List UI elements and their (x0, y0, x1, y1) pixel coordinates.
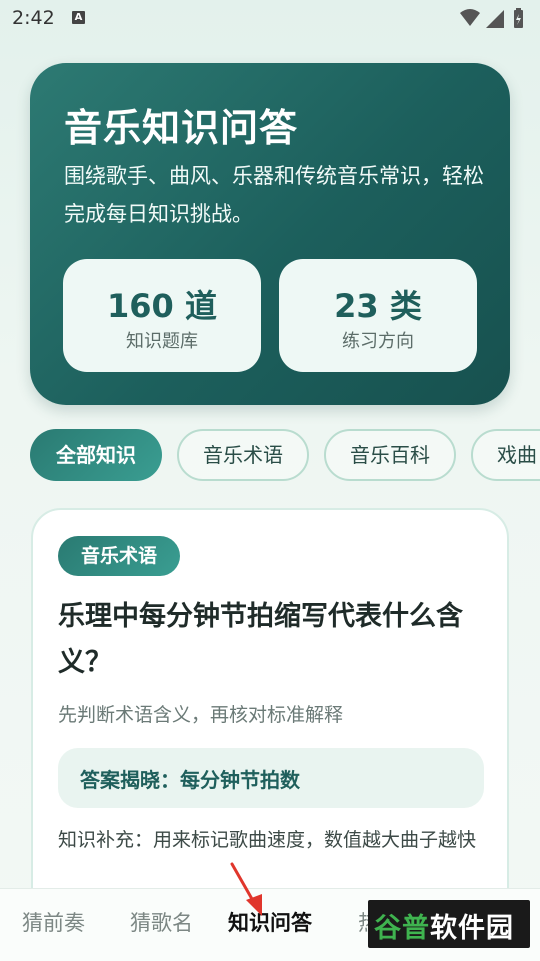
wifi-icon (460, 9, 480, 26)
status-icons (460, 8, 523, 28)
answer-box[interactable]: 答案揭晓：每分钟节拍数 (58, 748, 484, 808)
battery-icon (514, 8, 523, 28)
nav-guess-title[interactable]: 猜歌名 (130, 907, 193, 937)
watermark-logo: 谷普软件园 (368, 900, 530, 948)
notification-a-icon: A (72, 11, 85, 24)
hero-description: 围绕歌手、曲风、乐器和传统音乐常识，轻松完成每日知识挑战。 (64, 164, 484, 226)
category-tag: 音乐术语 (58, 536, 180, 576)
filter-chips: 全部知识 音乐术语 音乐百科 戏曲 (30, 429, 540, 485)
page-title: 音乐知识问答 (64, 106, 299, 150)
nav-guess-intro[interactable]: 猜前奏 (22, 907, 85, 937)
stat-value: 160 道 (107, 287, 217, 325)
chip-opera[interactable]: 戏曲 (471, 429, 540, 481)
watermark-text: 谷普软件园 (374, 913, 514, 944)
signal-icon (486, 10, 504, 28)
stat-label: 练习方向 (342, 331, 414, 352)
hero-card: 音乐知识问答 围绕歌手、曲风、乐器和传统音乐常识，轻松完成每日知识挑战。 160… (30, 63, 510, 405)
chip-all[interactable]: 全部知识 (30, 429, 162, 481)
knowledge-note: 知识补充：用来标记歌曲速度，数值越大曲子越快 (58, 829, 477, 851)
stat-card-questions: 160 道 知识题库 (63, 259, 261, 372)
stat-value: 23 类 (334, 287, 422, 325)
answer-text: 答案揭晓：每分钟节拍数 (80, 768, 300, 792)
stat-label: 知识题库 (126, 331, 198, 352)
stat-card-categories: 23 类 练习方向 (279, 259, 477, 372)
chip-terms[interactable]: 音乐术语 (177, 429, 309, 481)
status-time: 2:42 (12, 7, 55, 29)
chip-encyclopedia[interactable]: 音乐百科 (324, 429, 456, 481)
status-bar: 2:42 A (0, 0, 540, 38)
question-text: 乐理中每分钟节拍缩写代表什么含义？ (58, 601, 463, 678)
question-hint: 先判断术语含义，再核对标准解释 (58, 704, 344, 726)
red-arrow-icon (230, 862, 262, 916)
